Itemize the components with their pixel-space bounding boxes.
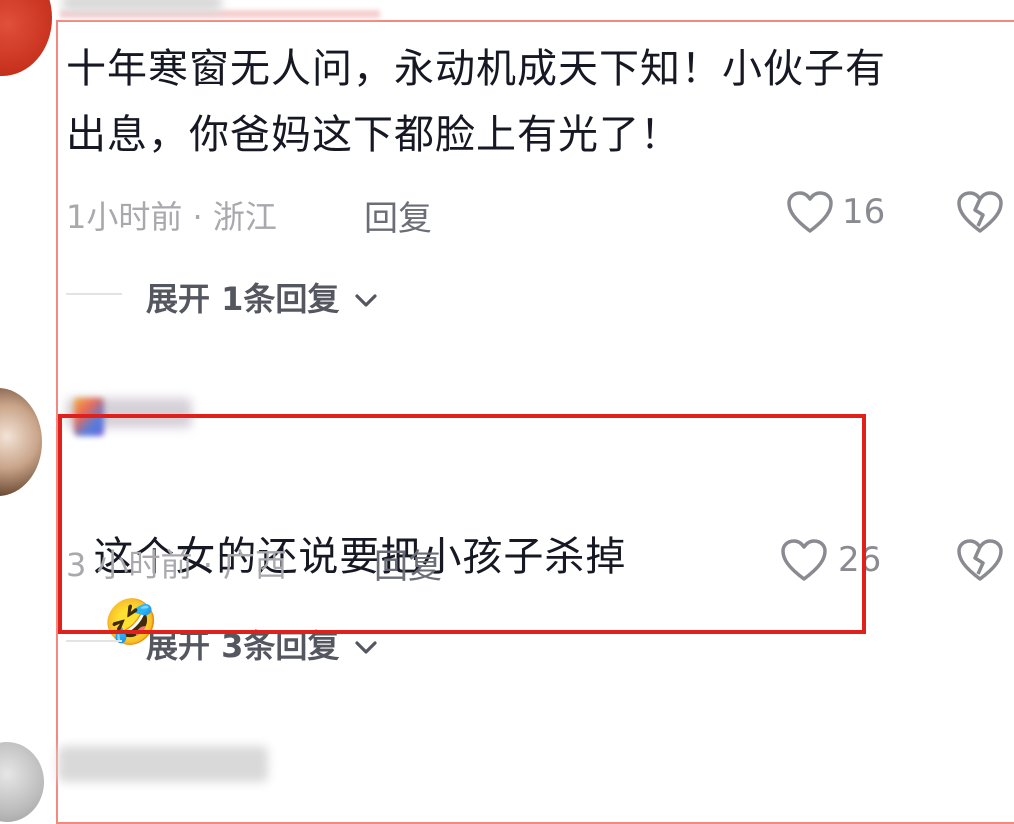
expand-replies-label: 展开 3条回复 bbox=[146, 627, 340, 665]
avatar[interactable] bbox=[0, 742, 44, 822]
avatar[interactable] bbox=[0, 388, 42, 496]
heart-outline-icon[interactable] bbox=[786, 190, 834, 234]
heart-outline-icon[interactable] bbox=[780, 538, 828, 582]
comment-text: 十年寒窗无人问，永动机成天下知！小伙子有 出息，你爸妈这下都脸上有光了！ bbox=[66, 46, 886, 158]
username-blurred[interactable] bbox=[58, 746, 268, 782]
reply-button[interactable]: 回复 bbox=[364, 191, 432, 240]
avatar[interactable] bbox=[0, 0, 52, 76]
username-badge bbox=[74, 398, 104, 436]
reply-button[interactable]: 回复 bbox=[374, 539, 442, 588]
like-count: 26 bbox=[838, 540, 882, 580]
like-count: 16 bbox=[842, 192, 886, 232]
expand-replies-button[interactable]: 展开 3条回复 bbox=[146, 621, 377, 667]
broken-heart-icon[interactable] bbox=[956, 538, 1004, 582]
expand-replies-button[interactable]: 展开 1条回复 bbox=[146, 274, 377, 320]
expand-divider bbox=[66, 640, 122, 642]
expand-replies-label: 展开 1条回复 bbox=[146, 280, 340, 318]
comment-time-location: 3 小时前 · 广西 bbox=[66, 546, 288, 584]
comment-time-location: 1小时前 · 浙江 bbox=[66, 198, 277, 236]
chevron-down-icon bbox=[354, 641, 377, 654]
username-blurred[interactable] bbox=[62, 0, 222, 12]
chevron-down-icon bbox=[354, 294, 377, 307]
broken-heart-icon[interactable] bbox=[956, 190, 1004, 234]
expand-divider bbox=[66, 293, 122, 295]
